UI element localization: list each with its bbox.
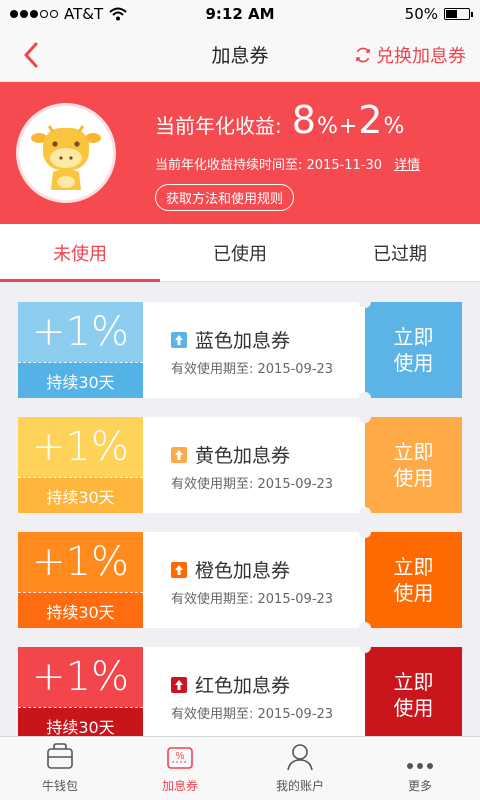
notch-decoration (359, 392, 371, 404)
refresh-icon (356, 47, 370, 63)
use-now-button[interactable]: 立即使用 (359, 641, 462, 749)
wifi-icon (109, 7, 127, 21)
coupon-info: 蓝色加息券 有效使用期至: 2015-09-23 (143, 302, 365, 398)
coupon-rate: +1% (32, 654, 129, 700)
coupon-name: 黄色加息券 (195, 445, 291, 467)
arrow-up-icon (171, 561, 187, 578)
status-right: 50% (404, 5, 473, 23)
cow-mascot-icon (16, 103, 116, 203)
tabbar-label: 我的账户 (275, 779, 324, 793)
coupon-name: 橙色加息券 (195, 560, 291, 582)
tabbar-label: 更多 (407, 779, 432, 793)
arrow-up-icon (171, 676, 187, 693)
coupon-info: 黄色加息券 有效使用期至: 2015-09-23 (143, 417, 365, 513)
status-left: AT&T (10, 5, 127, 23)
coupon-valid-until: 有效使用期至: 2015-09-23 (171, 477, 334, 492)
coupon-valid-until: 有效使用期至: 2015-09-23 (171, 592, 334, 607)
coupon-name: 红色加息券 (195, 675, 291, 697)
use-now-label: 立即使用 (393, 440, 434, 490)
coupon-valid-until: 有效使用期至: 2015-09-23 (171, 707, 334, 722)
coupon-card: +1% 持续30天 黄色加息券 有效使用期至: 2015-09-23 立即使用 (18, 411, 462, 519)
coupon-duration: 持续30天 (18, 362, 143, 398)
tabbar-item-more[interactable]: 更多 (360, 737, 480, 800)
rate-duration-label: 当前年化收益持续时间至: 2015-11-30 (155, 158, 383, 173)
use-now-label: 立即使用 (393, 555, 434, 605)
tabbar-item-wallet[interactable]: 牛钱包 (0, 737, 120, 800)
rate-label: 当前年化收益: (155, 114, 282, 138)
coupon-card: +1% 持续30天 红色加息券 有效使用期至: 2015-09-23 立即使用 (18, 641, 462, 749)
use-now-button[interactable]: 立即使用 (359, 526, 462, 634)
coupon-name-row: 红色加息券 (171, 671, 290, 698)
tabbar-label: 牛钱包 (41, 779, 78, 793)
coupon-icon: % (167, 747, 193, 769)
coupon-card: +1% 持续30天 蓝色加息券 有效使用期至: 2015-09-23 立即使用 (18, 296, 462, 404)
coupon-name-row: 蓝色加息券 (171, 326, 290, 353)
svg-text:%: % (176, 751, 185, 762)
coupon-valid-until: 有效使用期至: 2015-09-23 (171, 362, 334, 377)
user-icon (287, 744, 313, 771)
arrow-up-icon (171, 446, 187, 463)
notch-decoration (359, 296, 371, 308)
coupon-card: +1% 持续30天 橙色加息券 有效使用期至: 2015-09-23 立即使用 (18, 526, 462, 634)
signal-icon (10, 10, 58, 18)
tabbar-item-coupon[interactable]: % 加息券 (120, 737, 240, 800)
coupon-rate-block: +1% 持续30天 (18, 532, 143, 628)
detail-link[interactable]: 详情 (394, 154, 420, 173)
coupon-rate: +1% (32, 309, 129, 355)
coupon-name: 蓝色加息券 (195, 330, 291, 352)
nav-bar: 加息券 兑换加息券 (0, 28, 480, 82)
coupon-rate: +1% (32, 539, 129, 585)
rate-value: 8%+2% (291, 98, 406, 142)
bottom-tab-bar: 牛钱包 % 加息券 我的账户 更多 (0, 736, 480, 800)
notch-decoration (359, 641, 371, 653)
carrier-label: AT&T (64, 5, 104, 23)
status-bar: AT&T 9:12 AM 50% (0, 0, 480, 28)
rules-button[interactable]: 获取方法和使用规则 (155, 184, 295, 211)
wallet-icon (47, 743, 73, 769)
redeem-coupon-label: 兑换加息券 (376, 46, 466, 67)
rate-duration: 当前年化收益持续时间至: 2015-11-30 详情 (155, 154, 420, 173)
coupon-rate-block: +1% 持续30天 (18, 417, 143, 513)
coupon-rate: +1% (32, 424, 129, 470)
redeem-coupon-button[interactable]: 兑换加息券 (354, 28, 466, 82)
notch-decoration (359, 622, 371, 634)
more-icon (407, 763, 433, 769)
yield-summary: 当前年化收益: 8%+2% 当前年化收益持续时间至: 2015-11-30 详情… (0, 82, 480, 224)
use-now-button[interactable]: 立即使用 (359, 411, 462, 519)
coupon-info: 红色加息券 有效使用期至: 2015-09-23 (143, 647, 365, 743)
coupon-name-row: 橙色加息券 (171, 556, 290, 583)
arrow-up-icon (171, 331, 187, 348)
notch-decoration (359, 411, 371, 423)
notch-decoration (359, 526, 371, 538)
use-now-label: 立即使用 (393, 670, 434, 720)
coupon-info: 橙色加息券 有效使用期至: 2015-09-23 (143, 532, 365, 628)
use-now-button[interactable]: 立即使用 (359, 296, 462, 404)
battery-label: 50% (404, 5, 438, 23)
back-button[interactable] (16, 40, 46, 70)
coupon-duration: 持续30天 (18, 592, 143, 628)
page-title: 加息券 (211, 45, 269, 67)
notch-decoration (359, 507, 371, 519)
tab-unused[interactable]: 未使用 (0, 224, 160, 282)
coupon-duration: 持续30天 (18, 477, 143, 513)
coupon-name-row: 黄色加息券 (171, 441, 290, 468)
battery-icon (444, 8, 473, 20)
tabbar-item-account[interactable]: 我的账户 (240, 737, 360, 800)
tabbar-label: 加息券 (161, 779, 198, 793)
coupon-tabs: 未使用 已使用 已过期 (0, 224, 480, 282)
current-rate: 当前年化收益: 8%+2% (155, 98, 405, 142)
chevron-left-icon (24, 42, 38, 68)
coupon-rate-block: +1% 持续30天 (18, 302, 143, 398)
use-now-label: 立即使用 (393, 325, 434, 375)
coupon-rate-block: +1% 持续30天 (18, 647, 143, 743)
tab-expired[interactable]: 已过期 (320, 224, 480, 281)
tab-used[interactable]: 已使用 (160, 224, 320, 281)
